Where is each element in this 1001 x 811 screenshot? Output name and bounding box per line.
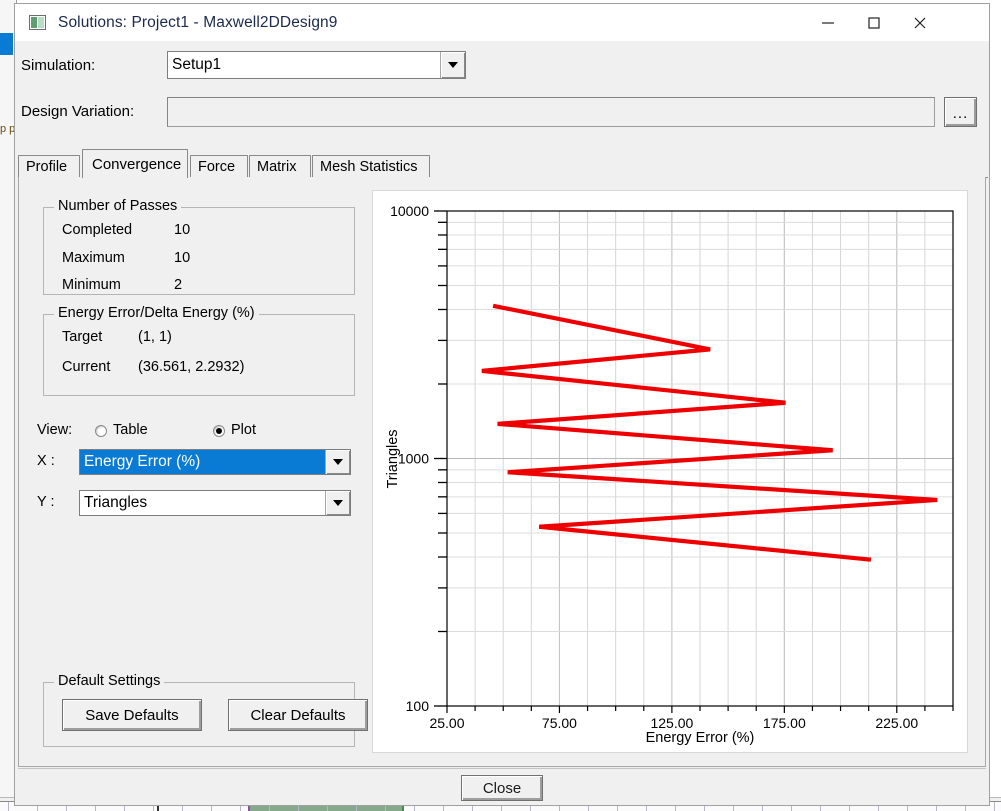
chevron-down-icon [333, 459, 343, 465]
design-variation-input[interactable] [167, 97, 935, 127]
clear-defaults-button[interactable]: Clear Defaults [228, 699, 368, 731]
convergence-plot[interactable]: 25.00 75.00 125.00 175.00 225.00 100 1000 1000… [372, 190, 968, 753]
x-axis-title: Energy Error (%) [646, 730, 755, 746]
passes-completed-value: 10 [174, 222, 191, 238]
ruler-tick [994, 802, 995, 811]
close-icon [914, 17, 926, 28]
number-of-passes-legend: Number of Passes [54, 198, 182, 214]
energy-current-value: (36.561, 2.2932) [138, 359, 245, 375]
tab-force[interactable]: Force [190, 155, 248, 177]
save-defaults-button[interactable]: Save Defaults [62, 699, 202, 731]
energy-current-label: Current [62, 359, 111, 375]
passes-maximum-value: 10 [174, 250, 191, 266]
view-label: View: [37, 422, 73, 438]
x-tick-label: 125.00 [650, 715, 693, 731]
convergence-panel: Number of Passes Completed 10 Maximum 10… [18, 177, 986, 767]
solutions-dialog: Solutions: Project1 - Maxwell2DDesign9 S… [14, 3, 990, 806]
tab-matrix[interactable]: Matrix [249, 155, 311, 177]
radio-view-table[interactable] [95, 425, 107, 437]
energy-target-label: Target [62, 329, 103, 345]
window-title: Solutions: Project1 - Maxwell2DDesign9 [58, 13, 338, 31]
energy-error-group: Energy Error/Delta Energy (%) Target (1,… [43, 305, 355, 396]
tab-bar: Profile Convergence Force Matrix Mesh St… [18, 149, 989, 178]
ruler-tick [8, 802, 9, 811]
default-settings-legend: Default Settings [54, 673, 165, 689]
maximize-button[interactable] [851, 4, 897, 41]
x-axis-value: Energy Error (%) [80, 450, 325, 474]
x-axis-tick-labels: 25.00 75.00 125.00 175.00 225.00 [429, 715, 918, 731]
y-axis-label: Y : [37, 494, 55, 510]
background-tree-labels: p p n t c c r v v y [0, 123, 14, 135]
tab-mesh-statistics[interactable]: Mesh Statistics [312, 155, 430, 177]
design-variation-browse-button[interactable]: ... [944, 97, 977, 127]
title-bar[interactable]: Solutions: Project1 - Maxwell2DDesign9 [15, 4, 989, 41]
convergence-plot-svg: 25.00 75.00 125.00 175.00 225.00 100 1000 1000… [385, 203, 954, 746]
application-icon [29, 15, 46, 30]
minimize-button[interactable] [805, 4, 851, 41]
y-axis-title: Triangles [385, 429, 401, 488]
minimize-icon [822, 21, 834, 24]
x-tick-label: 225.00 [875, 715, 918, 731]
simulation-value: Setup1 [172, 56, 222, 73]
y-tick-label: 100 [406, 698, 430, 714]
x-axis-label: X : [37, 453, 55, 469]
passes-minimum-label: Minimum [62, 277, 121, 293]
x-tick-label: 25.00 [429, 715, 464, 731]
close-button[interactable]: Close [461, 775, 543, 801]
chevron-down-icon [448, 62, 458, 68]
radio-view-table-label: Table [113, 422, 148, 438]
background-tree-selected-item [0, 33, 13, 55]
radio-view-plot[interactable] [213, 425, 225, 437]
radio-view-plot-label: Plot [231, 422, 256, 438]
number-of-passes-group: Number of Passes Completed 10 Maximum 10… [43, 198, 355, 295]
maximize-icon [868, 16, 880, 29]
dialog-footer: Close [18, 768, 986, 804]
x-axis-dropdown-button[interactable] [325, 450, 350, 474]
y-axis-dropdown-button[interactable] [325, 491, 350, 515]
energy-error-legend: Energy Error/Delta Energy (%) [54, 305, 259, 321]
tab-convergence[interactable]: Convergence [82, 149, 188, 178]
close-window-button[interactable] [897, 4, 943, 41]
default-settings-group: Default Settings Save Defaults Clear Def… [43, 673, 368, 747]
passes-minimum-value: 2 [174, 277, 183, 293]
simulation-select[interactable]: Setup1 [167, 51, 466, 79]
y-axis-select[interactable]: Triangles [79, 490, 351, 516]
simulation-dropdown-button[interactable] [440, 52, 465, 78]
y-tick-label: 10000 [390, 203, 429, 219]
passes-completed-label: Completed [62, 222, 133, 238]
view-mode-row: View: [37, 422, 72, 438]
dialog-form-area: Simulation: Setup1 Design Variation: ... [15, 41, 989, 149]
design-variation-label: Design Variation: [21, 103, 135, 120]
tab-profile[interactable]: Profile [18, 155, 80, 177]
energy-target-value: (1, 1) [138, 329, 172, 345]
plot-tick-marks [434, 210, 954, 713]
x-axis-select[interactable]: Energy Error (%) [79, 449, 351, 475]
passes-maximum-label: Maximum [62, 250, 125, 266]
x-tick-label: 75.00 [542, 715, 577, 731]
x-tick-label: 175.00 [763, 715, 806, 731]
y-tick-label: 1000 [398, 451, 429, 467]
chevron-down-icon [333, 500, 343, 506]
y-axis-value: Triangles [84, 494, 148, 511]
simulation-label: Simulation: [21, 57, 96, 74]
